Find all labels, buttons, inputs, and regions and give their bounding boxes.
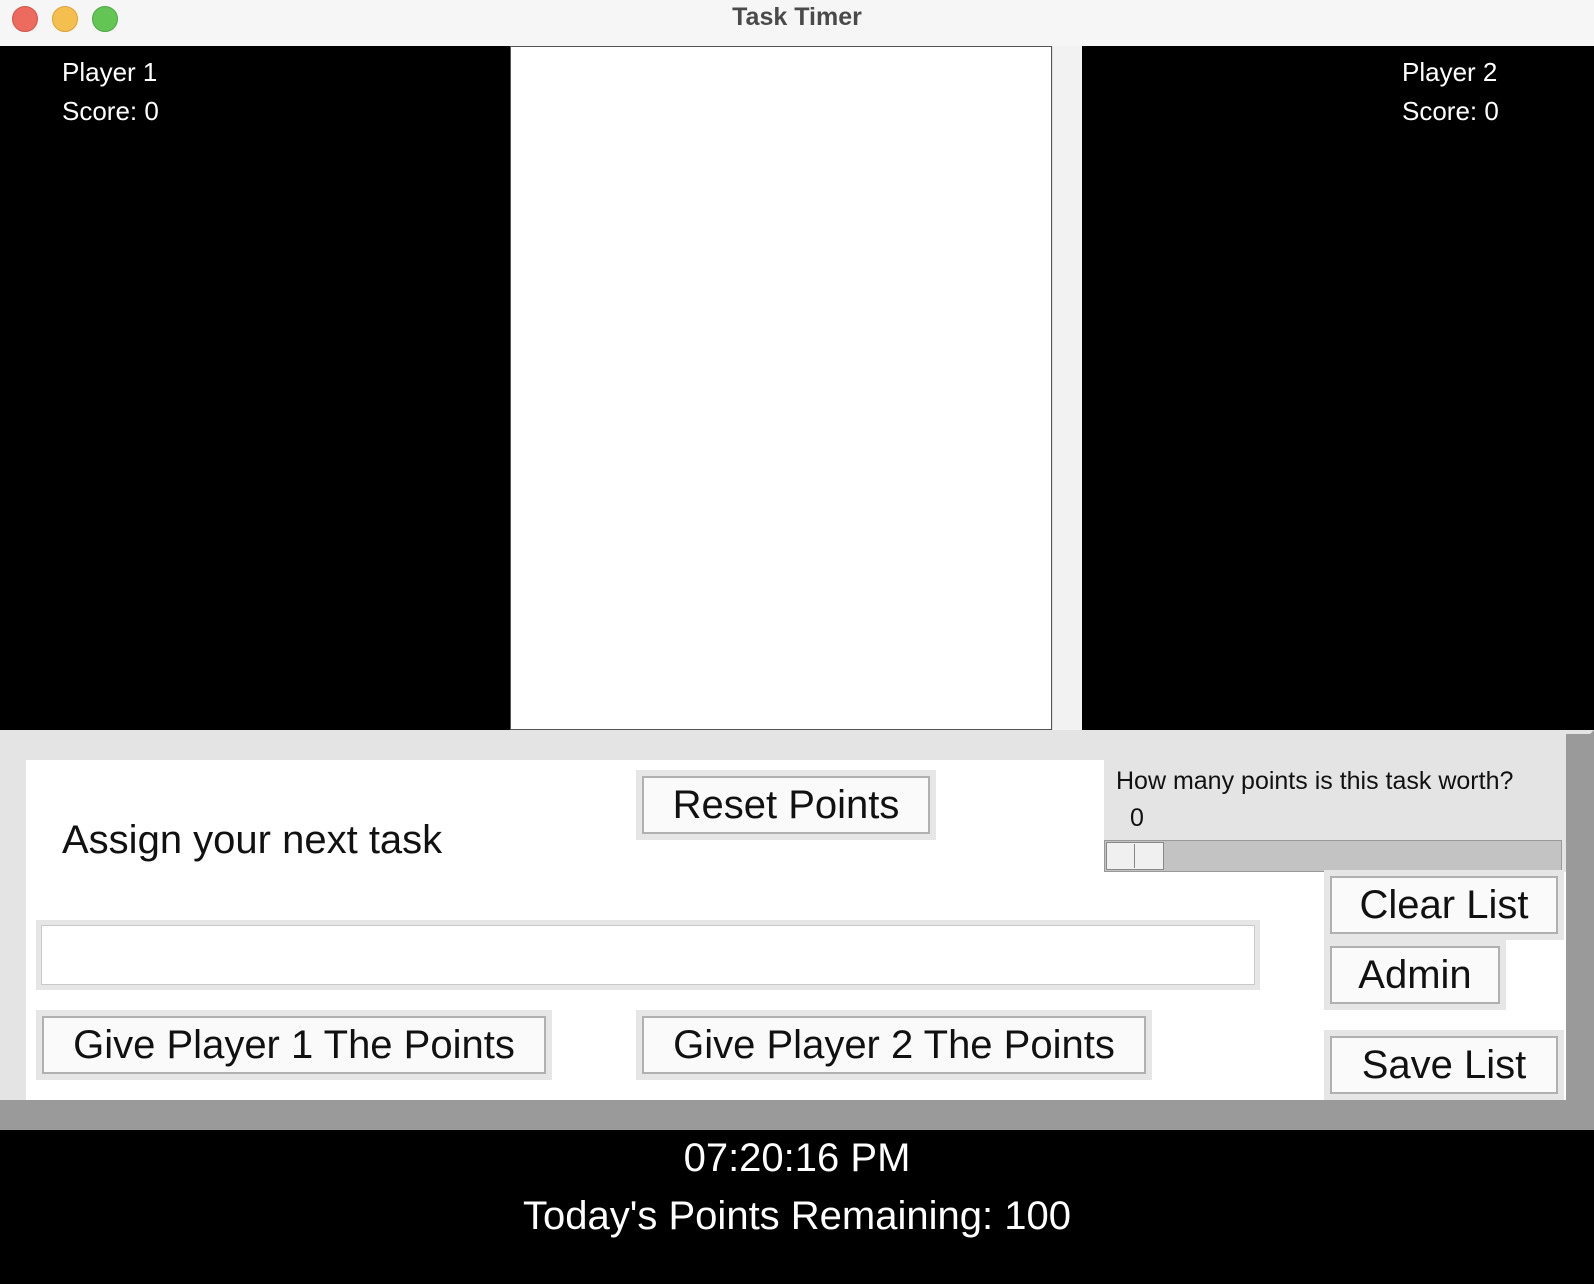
save-list-wrap: Save List — [1324, 1030, 1564, 1100]
give-player2-wrap: Give Player 2 The Points — [636, 1010, 1152, 1080]
player2-score: Score: 0 — [1402, 96, 1499, 126]
points-value: 0 — [1130, 804, 1144, 832]
assign-task-label: Assign your next task — [62, 818, 443, 862]
points-slider-handle[interactable] — [1106, 842, 1164, 870]
points-remaining: Today's Points Remaining: 100 — [523, 1194, 1071, 1238]
clear-list-wrap: Clear List — [1324, 870, 1564, 940]
task-list-scrollbar[interactable] — [1052, 46, 1084, 730]
player2-panel — [1082, 46, 1594, 730]
frame-bevel-right — [1566, 734, 1594, 1114]
reset-points-wrap: Reset Points — [636, 770, 936, 840]
player1-name: Player 1 — [62, 57, 158, 87]
save-list-button[interactable]: Save List — [1330, 1036, 1558, 1094]
give-player1-wrap: Give Player 1 The Points — [36, 1010, 552, 1080]
player2-name: Player 2 — [1402, 57, 1498, 87]
player1-score: Score: 0 — [62, 96, 159, 126]
task-list[interactable] — [510, 46, 1052, 730]
give-player2-points-button[interactable]: Give Player 2 The Points — [642, 1016, 1146, 1074]
clear-list-button[interactable]: Clear List — [1330, 876, 1558, 934]
clock-display: 07:20:16 PM — [683, 1136, 911, 1180]
points-question-label: How many points is this task worth? — [1116, 767, 1514, 795]
task-input-wrap — [36, 920, 1260, 990]
points-slider[interactable] — [1104, 840, 1562, 872]
frame-bevel-corner — [1566, 730, 1594, 758]
task-input[interactable] — [41, 925, 1255, 985]
slider-grip-line — [1134, 844, 1135, 868]
admin-wrap: Admin — [1324, 940, 1506, 1010]
window-title: Task Timer — [732, 3, 862, 31]
admin-button[interactable]: Admin — [1330, 946, 1500, 1004]
frame-bevel-bottom — [0, 1100, 1594, 1130]
reset-points-button[interactable]: Reset Points — [642, 776, 930, 834]
player1-panel — [0, 46, 510, 730]
give-player1-points-button[interactable]: Give Player 1 The Points — [42, 1016, 546, 1074]
